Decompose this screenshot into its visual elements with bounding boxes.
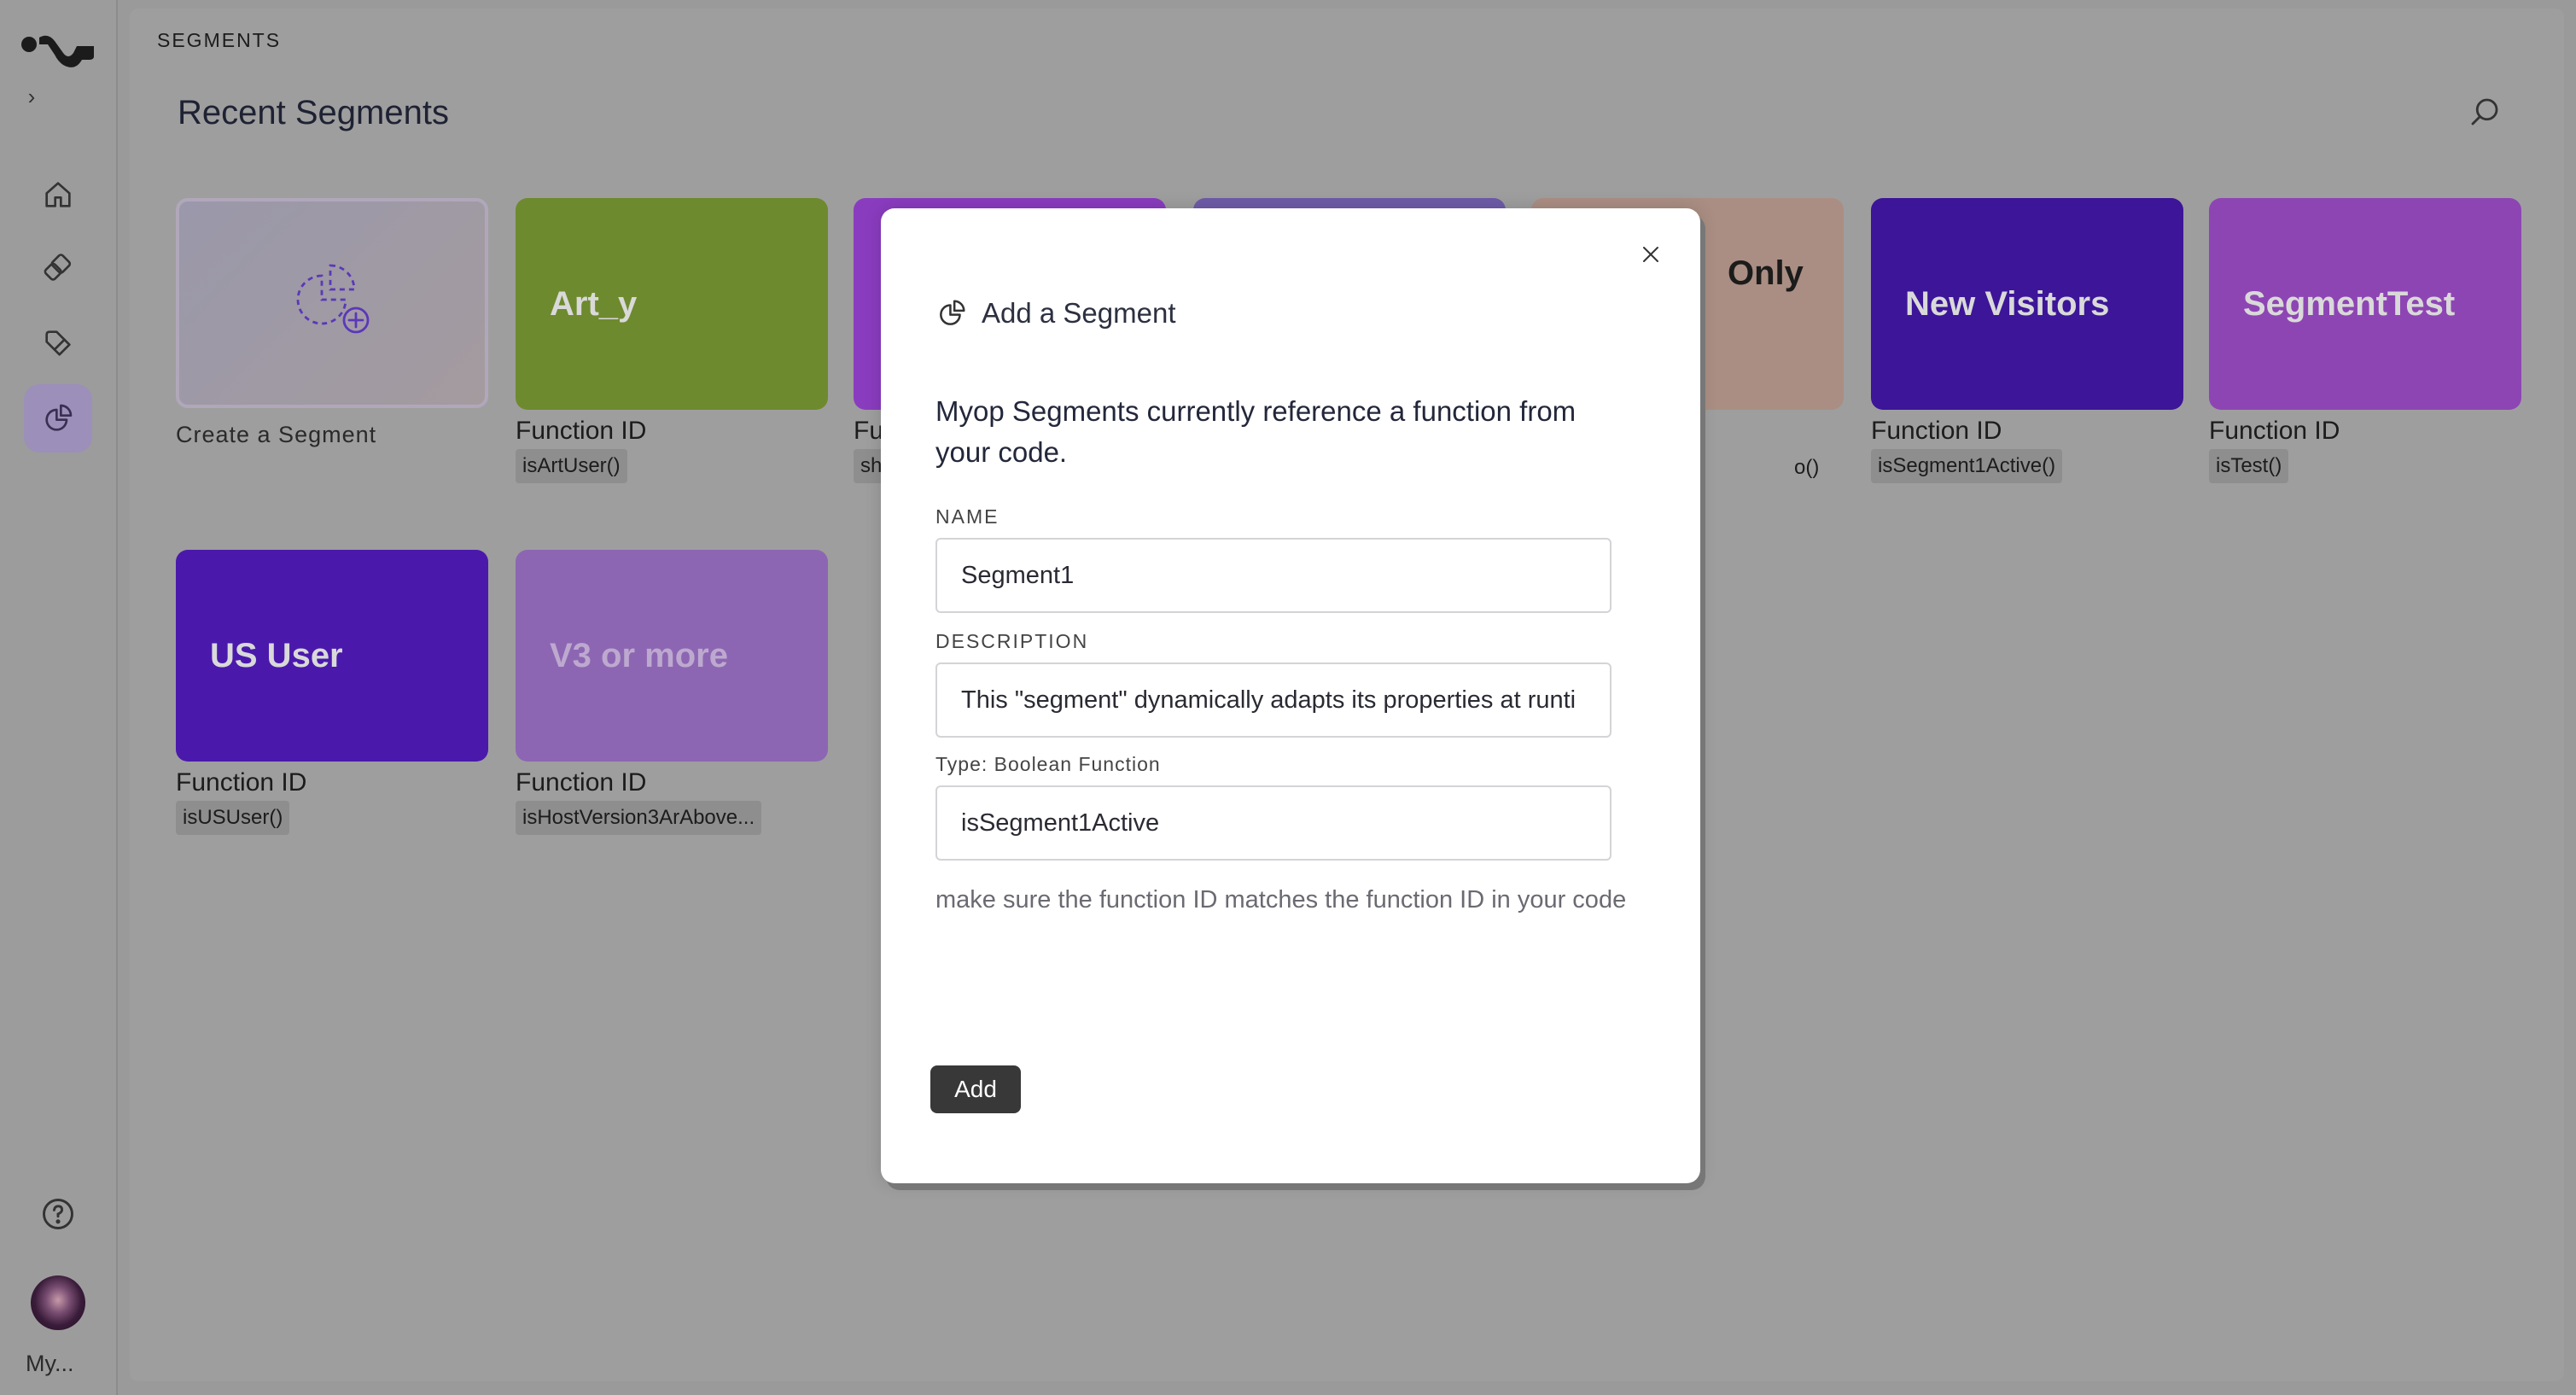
function-id-label: Function ID [1871,417,2002,445]
avatar[interactable] [31,1275,85,1330]
function-id-value: isUSUser() [176,801,290,835]
function-id-hint: make sure the function ID matches the fu… [935,886,1627,913]
type-label: Type: Boolean Function [935,753,1161,775]
add-button[interactable]: Add [930,1065,1021,1113]
function-id-label: Function ID [2209,417,2340,445]
function-id-label: Function ID [516,417,647,445]
chevron-right-icon[interactable]: › [19,84,44,109]
add-segment-icon [296,264,370,334]
description-input[interactable] [935,662,1611,738]
modal-intro: Myop Segments currently reference a func… [935,395,1576,468]
segment-tile[interactable]: US User [176,550,488,762]
segment-tile[interactable]: SegmentTest [2209,198,2521,410]
segment-tile[interactable]: V3 or more [516,550,828,762]
function-id-input[interactable] [935,785,1611,861]
components-icon [44,254,72,281]
help-circle-icon[interactable] [39,1195,77,1233]
segment-card[interactable]: New Visitors Function ID isSegment1Activ… [1871,198,2183,483]
nav-components[interactable] [24,234,92,302]
function-id-label: Function ID [516,768,647,797]
nav-segments[interactable] [24,384,92,452]
segment-card[interactable]: Art_y Function ID isArtUser() [516,198,828,483]
user-label[interactable]: My... [26,1351,74,1377]
description-label: DESCRIPTION [935,630,1089,652]
segment-card[interactable]: V3 or more Function ID isHostVersion3ArA… [516,550,828,835]
segments-icon [45,404,73,431]
modal-header: Add a Segment [935,297,1176,330]
function-id-label: Function ID [176,768,307,797]
create-segment-label: Create a Segment [176,422,377,447]
function-id-value: isTest() [2209,449,2289,483]
add-segment-modal: Add a Segment Myop Segments currently re… [881,208,1700,1183]
function-id-value: isArtUser() [516,449,627,483]
segment-tile[interactable]: Art_y [516,198,828,410]
segment-tile[interactable]: New Visitors [1871,198,2183,410]
function-id-value: isSegment1Active() [1871,449,2063,483]
create-segment-tile[interactable] [176,198,488,408]
search-icon[interactable] [2467,94,2503,130]
tag-icon [45,330,71,356]
modal-title: Add a Segment [982,297,1176,329]
close-button[interactable] [1635,239,1666,270]
function-id-value: o() [1794,456,1820,479]
segment-card[interactable]: US User Function ID isUSUser() [176,550,488,835]
breadcrumb: SEGMENTS [157,29,282,51]
nav-home[interactable] [24,161,92,229]
segments-icon [940,300,965,325]
nav-tags[interactable] [24,309,92,377]
page-title: Recent Segments [178,94,449,131]
name-label: NAME [935,505,1000,528]
close-icon [1643,247,1658,262]
name-input[interactable] [935,538,1611,613]
segment-card[interactable]: SegmentTest Function ID isTest() [2209,198,2521,483]
home-icon [45,182,71,207]
function-id-value: isHostVersion3ArAbove... [516,801,762,835]
myop-logo-icon[interactable] [20,27,96,72]
create-segment-card[interactable]: Create a Segment [176,198,488,448]
sidebar: › My... [0,0,118,1395]
